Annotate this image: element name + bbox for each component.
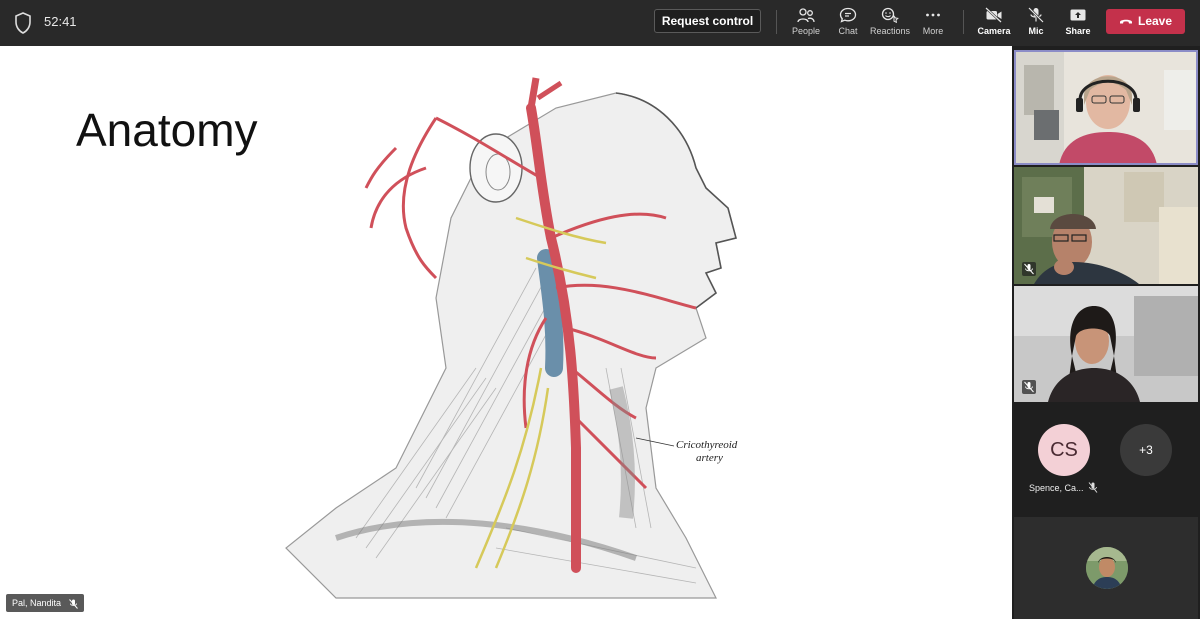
annotation-cricothyreoid: Cricothyreoid <box>676 439 738 451</box>
video-tile-participant[interactable] <box>1014 286 1198 402</box>
meeting-toolbar: 52:41 Request control People Chat Reacti… <box>0 0 1200 46</box>
more-participants-button[interactable]: +3 <box>1120 424 1172 476</box>
mic-button[interactable]: Mic <box>1012 5 1060 43</box>
neck-anatomy-illustration: Cricothyreoid artery <box>285 77 738 599</box>
muted-badge <box>1022 262 1036 276</box>
chat-button[interactable]: Chat <box>824 5 872 43</box>
participant-video <box>1014 50 1198 165</box>
mic-off-icon <box>1024 263 1034 275</box>
chat-label: Chat <box>838 26 858 36</box>
mic-off-icon <box>68 598 78 609</box>
reactions-button[interactable]: Reactions <box>866 5 914 43</box>
share-button[interactable]: Share <box>1054 5 1102 43</box>
mic-label: Mic <box>1028 26 1044 36</box>
share-icon <box>1070 9 1086 21</box>
toolbar-divider <box>963 10 964 34</box>
chat-icon <box>839 7 857 23</box>
phone-hangup-icon <box>1119 19 1132 24</box>
participant-video <box>1014 286 1198 402</box>
avatar <box>1086 547 1128 589</box>
video-tile-participant[interactable] <box>1014 167 1198 284</box>
camera-off-icon <box>985 7 1002 23</box>
mic-off-icon <box>1088 482 1098 493</box>
shared-content-stage: Anatomy Cricothyreoid artery Pal, Nandit… <box>0 46 1012 619</box>
camera-label: Camera <box>977 26 1011 36</box>
request-control-button[interactable]: Request control <box>654 9 761 33</box>
reactions-icon <box>881 7 899 23</box>
participant-video <box>1014 167 1198 284</box>
people-label: People <box>791 26 821 36</box>
participant-name: Spence, Ca... <box>1029 483 1084 493</box>
camera-button[interactable]: Camera <box>970 5 1018 43</box>
more-button[interactable]: More <box>909 5 957 43</box>
presenter-name: Pal, Nandita <box>12 598 62 608</box>
people-icon <box>797 8 815 23</box>
video-tile-active-speaker[interactable] <box>1014 50 1198 165</box>
participant-gallery: CS +3 Spence, Ca... <box>1012 46 1200 619</box>
toolbar-divider <box>776 10 777 34</box>
presenter-name-tag: Pal, Nandita <box>6 594 84 612</box>
more-label: More <box>922 26 944 36</box>
leave-label: Leave <box>1137 14 1173 28</box>
mic-off-icon <box>1028 7 1044 23</box>
annotation-artery: artery <box>696 452 723 464</box>
share-label: Share <box>1065 26 1091 36</box>
muted-badge <box>1022 380 1036 394</box>
mic-off-icon <box>1024 381 1034 393</box>
leave-button[interactable]: Leave <box>1106 9 1185 34</box>
avatar-initials[interactable]: CS <box>1038 424 1090 476</box>
slide-title: Anatomy <box>76 104 258 156</box>
reactions-label: Reactions <box>869 26 911 36</box>
people-button[interactable]: People <box>782 5 830 43</box>
more-icon <box>926 13 940 17</box>
shield-icon <box>15 12 31 34</box>
meeting-timer: 52:41 <box>44 14 77 29</box>
self-preview-tile[interactable] <box>1014 517 1198 619</box>
